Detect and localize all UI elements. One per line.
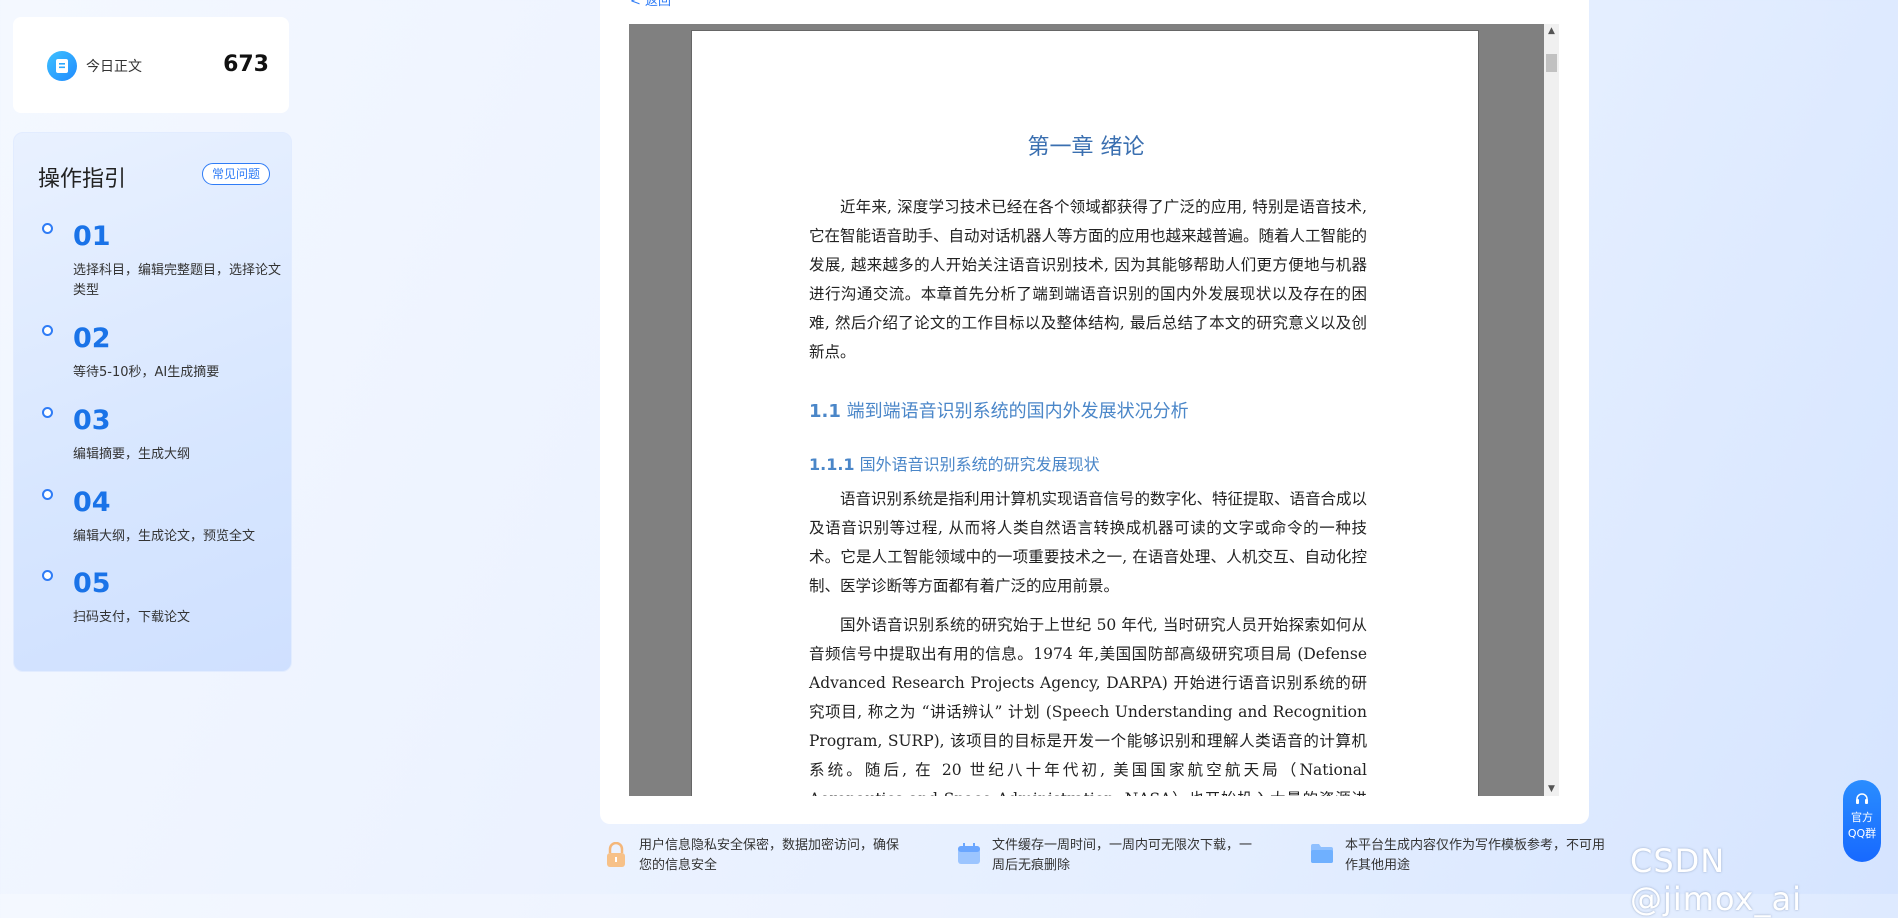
paragraph-history: 国外语音识别系统的研究始于上世纪 50 年代, 当时研究人员开始探索如何从音频信… <box>809 616 1367 796</box>
step-dot <box>42 570 53 581</box>
calendar-icon <box>957 842 981 866</box>
step-description: 等待5-10秒，AI生成摘要 <box>73 365 220 380</box>
scroll-thumb[interactable] <box>1546 54 1557 72</box>
guide-title: 操作指引 <box>38 167 127 192</box>
privacy-note: 用户信息隐私安全保密，数据加密访问，确保您的信息安全 <box>604 836 909 876</box>
chapter-title: 第一章 绪论 <box>1027 135 1145 160</box>
step-description: 编辑大纲，生成论文，预览全文 <box>73 529 256 544</box>
section-number: 1.1 <box>809 401 841 422</box>
headset-icon <box>1843 792 1881 810</box>
stat-value: 673 <box>223 52 269 77</box>
paragraph-definition: 语音识别系统是指利用计算机实现语音信号的数字化、特征提取、语音合成以及语音识别等… <box>809 490 1368 595</box>
vertical-scrollbar[interactable]: ▲ ▼ <box>1544 24 1559 796</box>
step-number: 01 <box>73 221 111 252</box>
subsection-number: 1.1.1 <box>809 455 855 474</box>
step-number: 02 <box>73 323 111 354</box>
pdf-viewer[interactable]: 第一章 绪论 近年来, 深度学习技术已经在各个领域都获得了广泛的应用, 特别是语… <box>629 24 1559 796</box>
step-dot <box>42 325 53 336</box>
usage-note: 本平台生成内容仅作为写作模板参考，不可用作其他用途 <box>1310 836 1615 876</box>
operation-guide: 操作指引 常见问题 01 选择科目，编辑完整题目，选择论文类型 02 等待5-1… <box>13 132 292 672</box>
step-number: 04 <box>73 487 111 518</box>
scroll-up-icon[interactable]: ▲ <box>1544 24 1559 38</box>
step-number: 03 <box>73 405 111 436</box>
qq-label-line1: 官方 <box>1851 811 1873 824</box>
back-link[interactable]: < 返回 <box>630 0 671 9</box>
main-panel: < 返回 第一章 绪论 近年来, 深度学习技术已经在各个领域都获得了广泛的应用,… <box>600 0 1589 824</box>
subsection-title: 国外语音识别系统的研究发展现状 <box>859 455 1100 474</box>
paragraph-intro: 近年来, 深度学习技术已经在各个领域都获得了广泛的应用, 特别是语音技术, 它在… <box>809 198 1368 361</box>
step-description: 选择科目，编辑完整题目，选择论文类型 <box>73 263 282 298</box>
document-icon <box>47 51 77 81</box>
lock-icon <box>604 841 628 867</box>
step-description: 扫码支付，下载论文 <box>73 610 191 625</box>
faq-button[interactable]: 常见问题 <box>202 163 271 185</box>
cache-note: 文件缓存一周时间，一周内可无限次下载，一周后无痕删除 <box>957 836 1262 876</box>
stat-card: 今日正文 673 <box>13 17 289 113</box>
section-heading: 1.1 端到端语音识别系统的国内外发展状况分析 <box>809 397 1189 423</box>
folder-icon <box>1310 842 1334 866</box>
note-text: 本平台生成内容仅作为写作模板参考，不可用作其他用途 <box>1345 838 1606 873</box>
step-description: 编辑摘要，生成大纲 <box>73 447 191 462</box>
note-text: 文件缓存一周时间，一周内可无限次下载，一周后无痕删除 <box>992 838 1253 873</box>
step-dot <box>42 489 53 500</box>
stat-label: 今日正文 <box>86 59 142 75</box>
step-dot <box>42 407 53 418</box>
document-page: 第一章 绪论 近年来, 深度学习技术已经在各个领域都获得了广泛的应用, 特别是语… <box>691 30 1479 796</box>
subsection-heading: 1.1.1 国外语音识别系统的研究发展现状 <box>809 451 1100 475</box>
step-dot <box>42 223 53 234</box>
section-title: 端到端语音识别系统的国内外发展状况分析 <box>846 401 1189 422</box>
note-text: 用户信息隐私安全保密，数据加密访问，确保您的信息安全 <box>639 838 900 873</box>
watermark: CSDN @jimox_ai <box>1630 842 1802 918</box>
step-number: 05 <box>73 568 111 599</box>
scroll-down-icon[interactable]: ▼ <box>1544 782 1559 796</box>
qq-label-line2: QQ群 <box>1847 827 1877 840</box>
